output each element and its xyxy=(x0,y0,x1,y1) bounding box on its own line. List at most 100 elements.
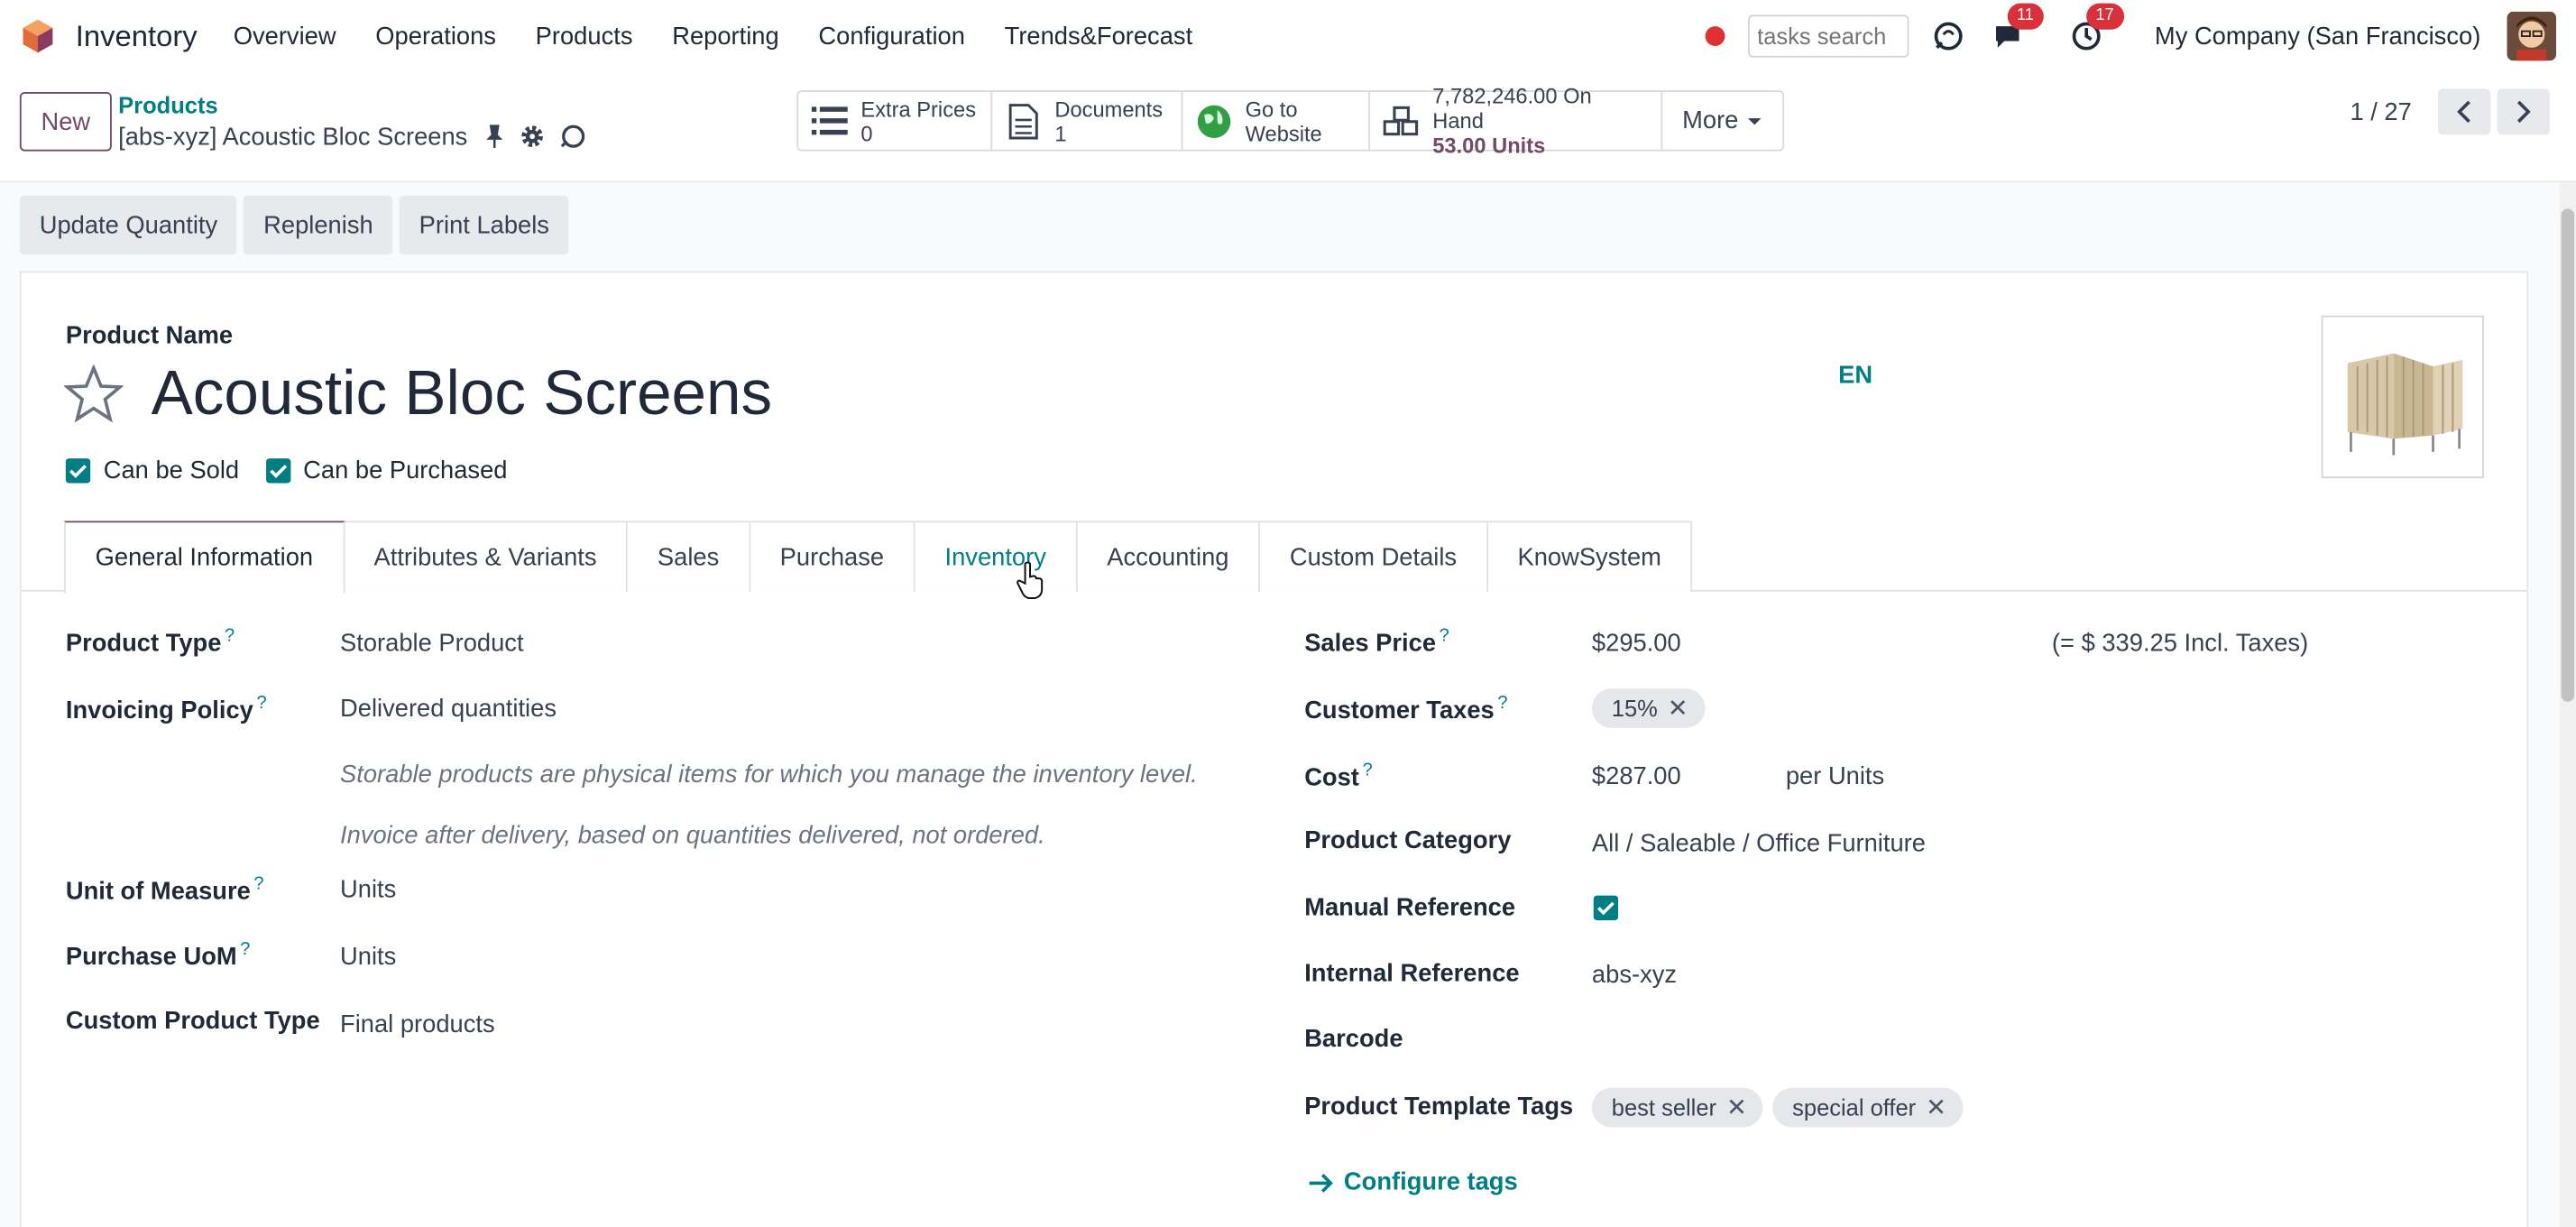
menu-operations[interactable]: Operations xyxy=(355,23,515,51)
tag-special-offer-label: special offer xyxy=(1792,1094,1917,1121)
tag-best-seller-label: best seller xyxy=(1611,1094,1717,1121)
product-category-label: Product Category xyxy=(1304,826,1512,855)
arrow-right-icon xyxy=(1309,1173,1333,1192)
tasks-search-input[interactable] xyxy=(1747,14,1909,58)
documents-count: 1 xyxy=(1054,120,1067,146)
invoicing-policy-field[interactable]: Delivered quantities xyxy=(340,695,557,723)
can-be-sold-checkbox[interactable] xyxy=(65,458,91,484)
uom-label: Unit of Measure? xyxy=(66,874,264,906)
cubes-icon xyxy=(1383,103,1420,139)
favorite-star-icon[interactable] xyxy=(64,364,124,424)
remove-tag-icon[interactable]: ✕ xyxy=(1726,1093,1747,1122)
replenish-button[interactable]: Replenish xyxy=(244,195,393,255)
tab-sales[interactable]: Sales xyxy=(628,521,750,592)
update-quantity-button[interactable]: Update Quantity xyxy=(19,195,238,255)
menu-products[interactable]: Products xyxy=(516,23,653,51)
menu-configuration[interactable]: Configuration xyxy=(799,23,985,51)
uom-field[interactable]: Units xyxy=(340,876,396,904)
messages-icon[interactable]: 11 xyxy=(1987,3,2044,56)
tax-tag-label: 15% xyxy=(1611,695,1658,722)
remove-tag-icon[interactable]: ✕ xyxy=(1668,694,1688,723)
help-tooltip-icon[interactable]: ? xyxy=(240,940,250,960)
manual-reference-label: Manual Reference xyxy=(1304,893,1516,922)
tag-best-seller[interactable]: best seller ✕ xyxy=(1591,1087,1764,1128)
company-switcher[interactable]: My Company (San Francisco) xyxy=(2155,23,2480,51)
refresh-icon[interactable] xyxy=(1928,16,1968,56)
tag-special-offer[interactable]: special offer ✕ xyxy=(1772,1087,1964,1128)
purchase-uom-field[interactable]: Units xyxy=(340,943,396,971)
manual-reference-checkbox[interactable] xyxy=(1593,895,1619,920)
extra-prices-button[interactable]: Extra Prices 0 xyxy=(798,91,993,150)
custom-product-type-field[interactable]: Final products xyxy=(340,1010,495,1038)
website-line2: Website xyxy=(1245,120,1322,146)
cost-field[interactable]: $287.00 xyxy=(1592,762,1681,790)
tab-general-information[interactable]: General Information xyxy=(64,521,345,594)
product-category-field[interactable]: All / Saleable / Office Furniture xyxy=(1592,830,1926,858)
menu-reporting[interactable]: Reporting xyxy=(652,23,798,51)
can-be-purchased-checkbox[interactable] xyxy=(265,458,290,484)
help-tooltip-icon[interactable]: ? xyxy=(257,694,267,714)
app-logo-icon xyxy=(23,19,53,53)
help-tooltip-icon[interactable]: ? xyxy=(225,626,235,646)
product-type-label-text: Product Type xyxy=(65,629,222,658)
purchase-uom-label: Purchase UoM? xyxy=(66,940,251,972)
sales-price-field[interactable]: $295.00 xyxy=(1592,630,1681,658)
extra-prices-label: Extra Prices xyxy=(860,96,977,121)
tab-attributes-variants[interactable]: Attributes & Variants xyxy=(344,521,629,592)
pager-next-button[interactable] xyxy=(2497,88,2550,135)
chevron-right-icon xyxy=(2516,100,2531,124)
more-button[interactable]: More xyxy=(1662,92,1782,150)
gear-icon[interactable] xyxy=(520,124,546,150)
internal-reference-field[interactable]: abs-xyz xyxy=(1592,962,1677,990)
can-be-purchased-label: Can be Purchased xyxy=(303,457,508,485)
pager-value[interactable]: 1 / 27 xyxy=(2350,97,2411,125)
tab-knowsystem[interactable]: KnowSystem xyxy=(1487,521,1693,592)
on-hand-units: 53.00 Units xyxy=(1432,133,1546,158)
chevron-left-icon xyxy=(2457,100,2470,124)
customer-taxes-label: Customer Taxes? xyxy=(1304,694,1507,725)
activities-clock-icon[interactable]: 17 xyxy=(2066,3,2124,56)
remove-tag-icon[interactable]: ✕ xyxy=(1926,1093,1946,1122)
breadcrumb-products[interactable]: Products xyxy=(118,92,218,118)
go-to-website-button[interactable]: Go to Website xyxy=(1182,91,1371,150)
help-tooltip-icon[interactable]: ? xyxy=(1497,694,1507,714)
documents-button[interactable]: Documents 1 xyxy=(992,91,1183,150)
product-type-field[interactable]: Storable Product xyxy=(340,630,524,658)
notebook-tabs: General Information Attributes & Variant… xyxy=(21,521,2527,594)
recording-indicator-icon[interactable] xyxy=(1704,26,1725,46)
tab-inventory[interactable]: Inventory xyxy=(915,521,1078,592)
menu-trends-forecast[interactable]: Trends&Forecast xyxy=(985,23,1212,51)
help-tooltip-icon[interactable]: ? xyxy=(1363,761,1373,780)
scrollbar[interactable] xyxy=(2559,182,2576,1227)
product-image[interactable] xyxy=(2321,315,2484,479)
app-brand[interactable]: Inventory xyxy=(20,18,198,54)
product-name-label: Product Name xyxy=(65,321,234,350)
menu-overview[interactable]: Overview xyxy=(214,23,356,51)
help-tooltip-icon[interactable]: ? xyxy=(253,874,263,894)
pager-previous-button[interactable] xyxy=(2437,88,2491,135)
configure-tags-link[interactable]: Configure tags xyxy=(1308,1168,1518,1196)
tax-tag[interactable]: 15% ✕ xyxy=(1591,688,1705,728)
on-hand-button[interactable]: 7,782,246.00 On Hand 53.00 Units xyxy=(1370,84,1663,158)
user-avatar[interactable] xyxy=(2507,11,2557,61)
sales-price-label: Sales Price? xyxy=(1304,626,1449,658)
scrollbar-thumb[interactable] xyxy=(2561,208,2575,702)
tab-purchase[interactable]: Purchase xyxy=(750,521,915,592)
barcode-label: Barcode xyxy=(1304,1025,1403,1054)
product-name-input[interactable]: Acoustic Bloc Screens xyxy=(152,360,773,430)
on-hand-qty: 7,782,246.00 On Hand xyxy=(1432,83,1592,134)
pin-icon[interactable] xyxy=(483,124,505,150)
internal-reference-label: Internal Reference xyxy=(1304,959,1520,988)
language-button[interactable]: EN xyxy=(1838,362,1872,390)
discard-changes-icon[interactable] xyxy=(558,124,588,150)
more-label: More xyxy=(1682,106,1739,135)
price-incl-taxes: (= $ 339.25 Incl. Taxes) xyxy=(2051,629,2309,658)
new-button[interactable]: New xyxy=(19,91,112,152)
top-navbar: Inventory Overview Operations Products R… xyxy=(0,0,2576,73)
help-tooltip-icon[interactable]: ? xyxy=(1440,626,1449,646)
tab-accounting[interactable]: Accounting xyxy=(1077,521,1261,592)
mouse-hand-cursor-icon xyxy=(1017,561,1044,599)
tab-custom-details[interactable]: Custom Details xyxy=(1260,521,1488,592)
control-panel: New Products [abs-xyz] Acoustic Bloc Scr… xyxy=(0,72,2576,183)
print-labels-button[interactable]: Print Labels xyxy=(399,195,569,255)
